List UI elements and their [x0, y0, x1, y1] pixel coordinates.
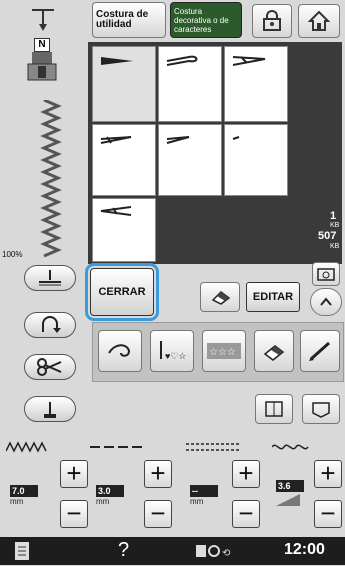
memory-button[interactable]	[255, 394, 293, 424]
clock: 12:00	[284, 541, 325, 558]
pocket-button[interactable]	[302, 394, 340, 424]
erase-pattern-button[interactable]	[254, 330, 294, 372]
pattern-cell[interactable]	[92, 124, 156, 196]
camera-icon	[317, 268, 335, 281]
thread-icon	[108, 344, 131, 357]
needle-up-down-icon	[39, 270, 61, 286]
stitch-hearts-button[interactable]: ♥♡☆	[150, 330, 194, 372]
stitch-tension-value-box: -- mm	[190, 485, 218, 509]
cerrar-label: CERRAR	[98, 286, 146, 298]
pattern-cell[interactable]	[158, 124, 222, 196]
reverse-stitch-button[interactable]	[24, 312, 76, 338]
side-info-2: KB	[330, 222, 340, 229]
stitch-width-value: 7.0	[10, 485, 38, 497]
width-stitch-icon	[5, 440, 66, 453]
home-button[interactable]	[298, 4, 340, 38]
stitch-length-unit: mm	[96, 497, 110, 506]
side-info-1: 1	[330, 210, 337, 222]
pattern-cell[interactable]	[92, 46, 156, 122]
eraser-icon	[211, 291, 231, 305]
tension-stitch-icon	[186, 440, 246, 452]
stitch-tension-decrease-button[interactable]: −	[232, 500, 260, 528]
stitch-preview-image	[38, 98, 68, 260]
stitch-width-increase-button[interactable]: +	[60, 460, 88, 488]
status-bar: ? ⟲ 12:00	[0, 537, 345, 565]
stitch-length-value: 3.0	[96, 485, 124, 497]
hearts-icon: ♥♡☆	[160, 341, 186, 361]
editar-button[interactable]: EDITAR	[246, 282, 300, 312]
stitch-tension-unit: mm	[190, 497, 204, 506]
stitch-density-value-box: 3.6	[276, 480, 304, 506]
pattern-cell[interactable]	[224, 46, 288, 122]
lock-icon	[263, 10, 281, 31]
star-pattern-button[interactable]: ☆☆☆	[202, 330, 246, 372]
side-info-4: KB	[330, 243, 340, 250]
stitch-density-decrease-button[interactable]: −	[314, 500, 342, 528]
cerrar-button[interactable]: CERRAR	[85, 263, 159, 321]
stitch-density-increase-button[interactable]: +	[314, 460, 342, 488]
sewing-status-icon: ⟲	[194, 541, 234, 561]
side-info-3: 507	[318, 230, 337, 242]
tab-decorative-stitch[interactable]: Costura decorativa o de caracteres	[170, 2, 242, 38]
document-icon	[15, 542, 29, 560]
reverse-stitch-icon	[42, 316, 61, 333]
pattern-cell[interactable]	[224, 124, 288, 196]
stitch-length-increase-button[interactable]: +	[144, 460, 172, 488]
stitch-width-decrease-button[interactable]: −	[60, 500, 88, 528]
presser-foot-lifter-button[interactable]	[24, 396, 76, 422]
lock-screen-button[interactable]	[252, 4, 292, 38]
presser-foot-lifter-icon	[44, 402, 56, 418]
stitch-density-value: 3.6	[276, 480, 304, 492]
presser-foot-icon: N	[22, 38, 62, 88]
pen-button[interactable]	[300, 330, 340, 372]
scissors-icon	[37, 358, 62, 376]
density-stitch-icon	[271, 440, 332, 452]
zoom-level: 100%	[2, 250, 23, 259]
tab-decorative-label: Costura decorativa o de caracteres	[174, 6, 229, 34]
stars-icon: ☆☆☆	[207, 343, 241, 359]
pocket-icon	[312, 402, 330, 418]
stitch-tension-value: --	[190, 485, 218, 497]
help-button[interactable]: ?	[118, 539, 129, 562]
editar-label: EDITAR	[252, 291, 294, 303]
document-button[interactable]	[12, 541, 36, 561]
eraser-icon	[263, 345, 285, 361]
image-key-button[interactable]	[312, 262, 340, 286]
svg-text:♥♡☆: ♥♡☆	[165, 351, 186, 361]
stitch-tension-increase-button[interactable]: +	[232, 460, 260, 488]
svg-text:☆☆☆: ☆☆☆	[209, 347, 236, 358]
book-icon	[265, 401, 283, 417]
stitch-width-unit: mm	[10, 497, 24, 506]
tab-utility-stitch[interactable]: Costura de utilidad	[92, 2, 166, 38]
eraser-button[interactable]	[200, 282, 240, 312]
tab-utility-label: Costura de utilidad	[96, 9, 149, 30]
stitch-length-decrease-button[interactable]: −	[144, 500, 172, 528]
pattern-cell[interactable]	[92, 198, 156, 262]
needle-position-icon	[28, 6, 58, 36]
svg-text:⟲: ⟲	[222, 548, 231, 559]
stitch-length-value-box: 3.0 mm	[96, 485, 124, 509]
thread-button[interactable]	[98, 330, 142, 372]
home-icon	[308, 10, 330, 31]
chevron-up-icon	[320, 297, 332, 306]
thread-cutter-button[interactable]	[24, 354, 76, 380]
pattern-cell[interactable]	[158, 46, 222, 122]
density-bar-icon	[276, 494, 300, 506]
expand-button[interactable]	[310, 288, 342, 316]
needle-up-down-button[interactable]	[24, 265, 76, 291]
stitch-width-value-box: 7.0 mm	[10, 485, 38, 509]
pen-icon	[309, 341, 330, 361]
length-stitch-icon	[90, 440, 150, 452]
